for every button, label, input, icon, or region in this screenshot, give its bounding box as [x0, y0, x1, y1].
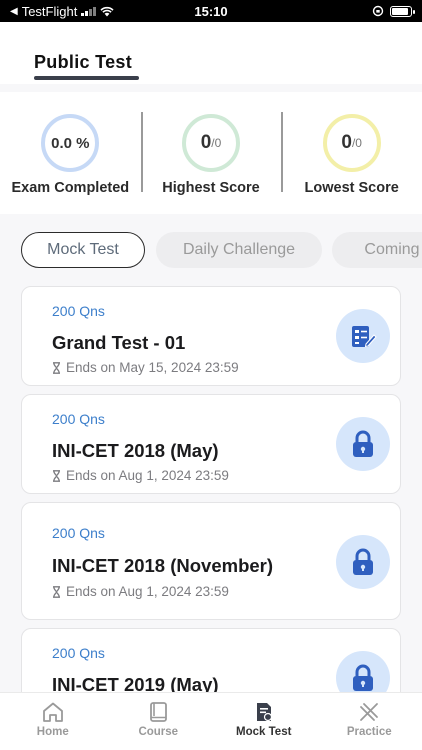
stat-exam-completed: 0.0 % Exam Completed — [0, 92, 141, 214]
deadline: Ends on Aug 1, 2024 23:59 — [52, 584, 229, 599]
test-title: INI-CET 2019 (May) — [52, 674, 219, 692]
nav-practice[interactable]: Practice — [317, 693, 422, 750]
stat-total: /0 — [211, 136, 222, 150]
stat-value: 0 — [200, 132, 212, 153]
test-title: Grand Test - 01 — [52, 332, 186, 353]
stat-label: Lowest Score — [304, 180, 399, 196]
hourglass-icon — [53, 585, 60, 598]
stat-label: Highest Score — [162, 180, 260, 196]
bottom-nav: Home Course Mock Test Practice — [0, 692, 422, 750]
stat-label: Exam Completed — [11, 180, 130, 196]
back-arrow-icon[interactable]: ◀ — [10, 6, 18, 17]
lock-icon[interactable] — [336, 417, 390, 471]
battery-icon — [390, 5, 415, 17]
question-count: 200 Qns — [52, 303, 105, 319]
test-title: INI-CET 2018 (November) — [52, 555, 274, 576]
book-icon — [150, 702, 168, 722]
page-title[interactable]: Public Test — [34, 52, 132, 73]
orientation-lock-icon — [372, 5, 384, 17]
status-left: ◀ TestFlight — [10, 4, 160, 19]
tab-mock-test[interactable]: Mock Test — [21, 232, 145, 268]
stat-highest-score: 0/0 Highest Score — [140, 92, 282, 214]
practice-icon — [360, 703, 379, 721]
nav-mock-test[interactable]: Mock Test — [211, 693, 317, 750]
test-type-tabs: Mock Test Daily Challenge Coming — [0, 230, 422, 270]
question-count: 200 Qns — [52, 645, 105, 661]
progress-ring: 0/0 — [322, 114, 381, 172]
progress-ring: 0/0 — [182, 114, 240, 172]
carrier-label[interactable]: TestFlight — [22, 4, 78, 19]
nav-label: Course — [138, 726, 179, 738]
test-list: 200 Qns Grand Test - 01 Ends on May 15, … — [0, 286, 422, 692]
stat-total: /0 — [351, 136, 362, 150]
home-icon — [42, 702, 63, 722]
nav-label: Practice — [346, 726, 392, 738]
test-card[interactable]: 200 Qns INI-CET 2019 (May) — [21, 628, 401, 692]
deadline-text: Ends on Aug 1, 2024 23:59 — [66, 584, 229, 599]
tab-daily-challenge[interactable]: Daily Challenge — [156, 232, 322, 268]
hourglass-icon — [53, 361, 60, 374]
nav-label: Mock Test — [236, 726, 292, 738]
lock-icon[interactable] — [336, 651, 390, 692]
nav-label: Home — [36, 726, 69, 738]
wifi-icon — [100, 6, 114, 16]
test-card[interactable]: 200 Qns INI-CET 2018 (November) Ends on … — [21, 502, 401, 620]
test-card[interactable]: 200 Qns INI-CET 2018 (May) Ends on Aug 1… — [21, 394, 401, 494]
status-right — [262, 5, 415, 17]
nav-home[interactable]: Home — [0, 693, 106, 750]
deadline-text: Ends on Aug 1, 2024 23:59 — [66, 468, 229, 483]
status-bar: ◀ TestFlight 15:10 — [0, 0, 422, 22]
status-time: 15:10 — [194, 3, 228, 19]
stat-value: 0.0 % — [51, 134, 90, 152]
deadline: Ends on Aug 1, 2024 23:59 — [52, 468, 229, 483]
test-title: INI-CET 2018 (May) — [52, 440, 219, 461]
exam-icon[interactable] — [336, 309, 390, 363]
nav-course[interactable]: Course — [106, 693, 212, 750]
lock-icon[interactable] — [336, 535, 390, 589]
header: Public Test — [0, 22, 422, 84]
hourglass-icon — [53, 469, 60, 482]
progress-ring: 0.0 % — [41, 114, 100, 172]
question-count: 200 Qns — [52, 525, 105, 541]
test-card[interactable]: 200 Qns Grand Test - 01 Ends on May 15, … — [21, 286, 401, 386]
stats-panel: 0.0 % Exam Completed 0/0 Highest Score 0… — [0, 92, 422, 214]
stat-value: 0 — [341, 132, 352, 153]
mock-test-icon — [256, 703, 272, 722]
deadline: Ends on May 15, 2024 23:59 — [52, 360, 239, 375]
question-count: 200 Qns — [52, 411, 105, 427]
title-underline — [34, 76, 139, 80]
tab-coming[interactable]: Coming — [332, 232, 422, 268]
signal-icon — [81, 6, 97, 16]
stat-lowest-score: 0/0 Lowest Score — [281, 92, 422, 214]
deadline-text: Ends on May 15, 2024 23:59 — [66, 360, 239, 375]
